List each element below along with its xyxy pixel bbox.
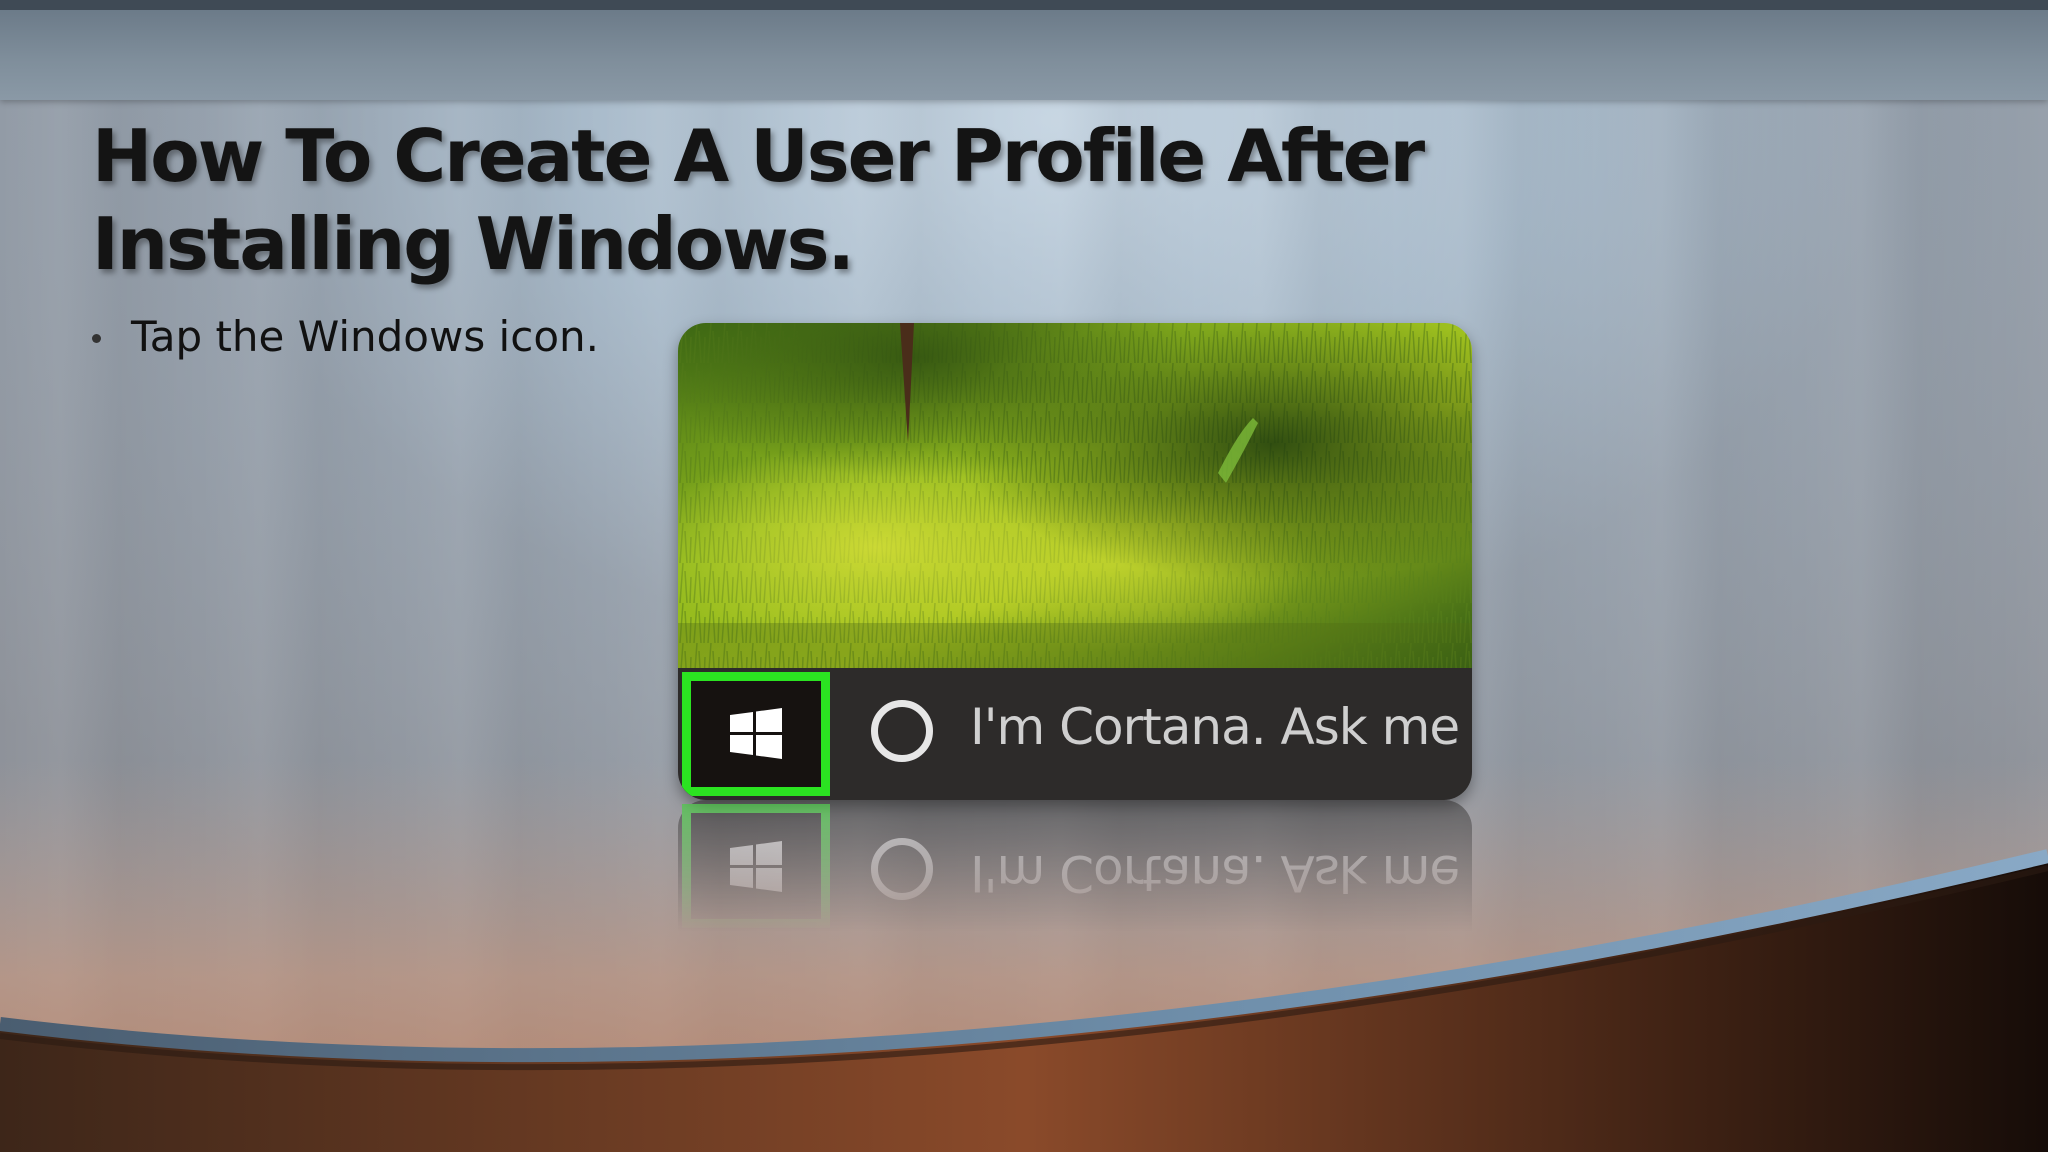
slide-title: How To Create A User Profile After Insta… [92,114,1425,286]
top-header-bar [0,0,2048,100]
bullet-text: Tap the Windows icon. [131,312,599,361]
reflected-cortana-text: I'm Cortana. Ask me an [970,844,1472,902]
screenshot-reflection: I'm Cortana. Ask me an [678,800,1472,932]
bullet-item: Tap the Windows icon. [92,312,599,361]
reflected-cortana-circle-icon [871,838,933,900]
reflected-taskbar: I'm Cortana. Ask me an [678,800,1472,932]
reflected-windows-logo-icon [730,841,782,892]
windows-taskbar: I'm Cortana. Ask me an [678,668,1472,800]
start-button[interactable] [682,672,830,796]
windows-taskbar-screenshot: I'm Cortana. Ask me an [678,323,1472,800]
presentation-slide: How To Create A User Profile After Insta… [0,0,2048,1152]
cortana-search-box[interactable]: I'm Cortana. Ask me an [970,698,1472,756]
top-edge-line [0,0,2048,10]
bullet-dot-icon [92,334,101,343]
cortana-circle-icon[interactable] [871,700,933,762]
windows-logo-icon [730,708,782,759]
grass-wallpaper-image [678,323,1472,668]
reflected-start-button [682,804,830,928]
bullet-list: Tap the Windows icon. [92,312,599,361]
